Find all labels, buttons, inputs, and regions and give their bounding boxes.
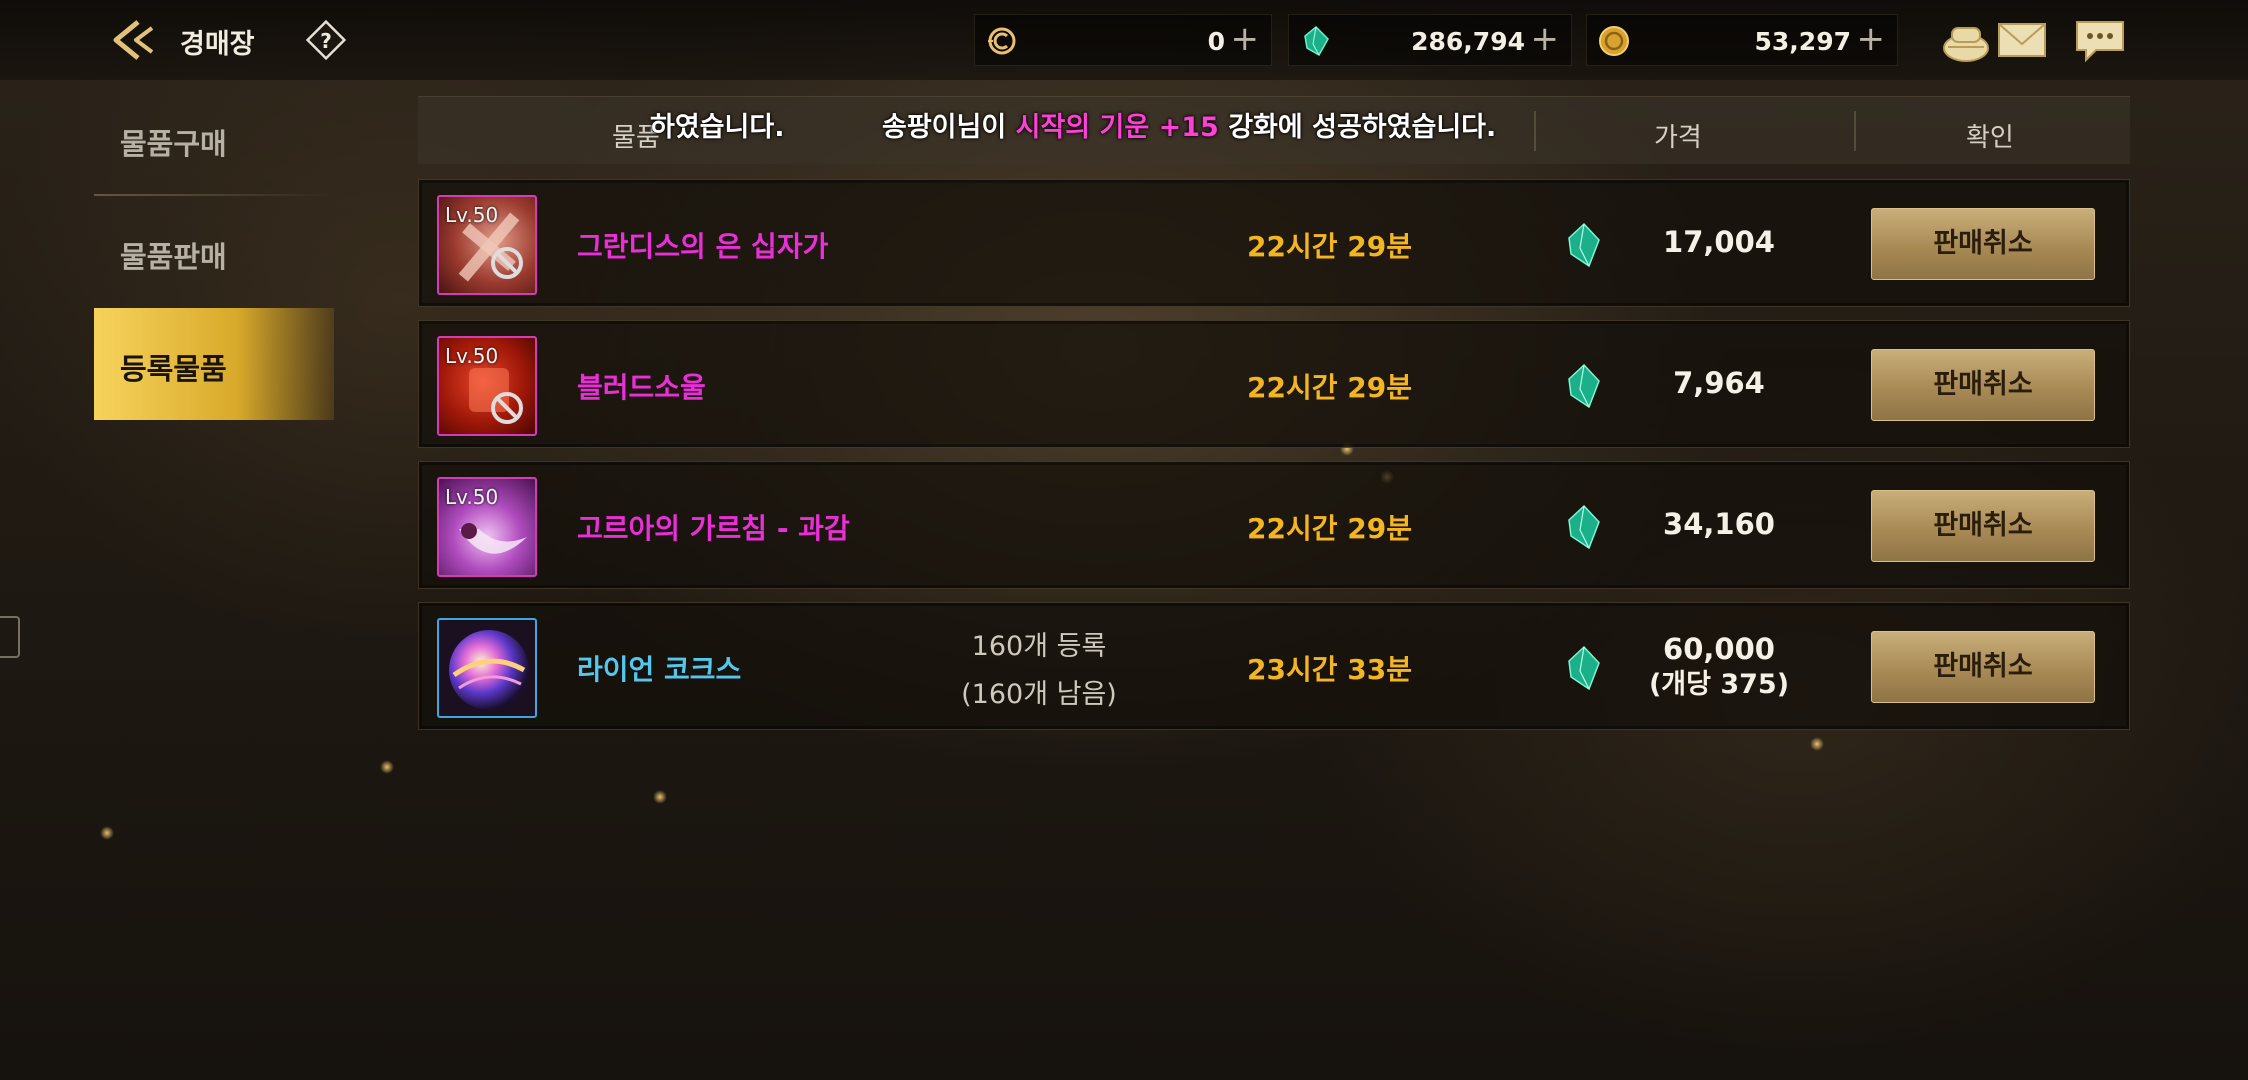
header-divider [1854, 111, 1856, 151]
cross-item-icon[interactable]: Lv.50 [437, 195, 537, 295]
cancel-sale-button[interactable]: 판매취소 [1871, 208, 2095, 280]
sparkle [100, 826, 114, 840]
orb-item-icon[interactable] [437, 618, 537, 718]
gem-icon [1568, 504, 1600, 550]
item-level: Lv.50 [445, 485, 499, 509]
mail-icon[interactable] [1994, 14, 2050, 66]
orb-icon [449, 630, 529, 710]
gold-icon [1599, 26, 1629, 56]
item-name[interactable]: 고르아의 가르침 - 과감 [577, 507, 850, 547]
header-divider [1534, 111, 1536, 151]
page-title: 경매장 [180, 29, 255, 60]
help-icon[interactable]: ? [305, 19, 347, 61]
coin-amount: 0 [1207, 27, 1225, 56]
sidebar-item-buy[interactable]: 물품구매 [94, 83, 334, 195]
total-price: 60,000 [1663, 632, 1775, 666]
gem-icon [1568, 363, 1600, 409]
add-gold-button[interactable]: + [1857, 22, 1886, 56]
notice-prefix: 송팡이님이 [882, 112, 1016, 143]
sidebar-item-registered[interactable]: 등록물품 [94, 308, 334, 420]
sidebar-item-sell[interactable]: 물품판매 [94, 196, 334, 308]
table-row: Lv.50 그란디스의 은 십자가 22시간 29분 17,004 판매취소 [418, 179, 2130, 307]
notice-highlight: 시작의 기운 +15 [1015, 112, 1219, 143]
back-arrow-icon[interactable] [108, 16, 158, 64]
currency-gold: 53,297 + [1586, 14, 1898, 66]
gold-amount: 53,297 [1754, 27, 1851, 56]
header-price: 가격 [1654, 123, 1702, 153]
cancel-sale-button[interactable]: 판매취소 [1871, 349, 2095, 421]
currency-gem: 286,794 + [1288, 14, 1572, 66]
item-name[interactable]: 블러드소울 [577, 366, 706, 406]
item-price: 7,964 [1673, 366, 1765, 400]
gem-amount: 286,794 [1411, 27, 1525, 56]
add-gem-button[interactable]: + [1531, 22, 1560, 56]
remaining-time: 23시간 33분 [1247, 653, 1412, 686]
item-level: Lv.50 [445, 344, 499, 368]
remaining-time: 22시간 29분 [1247, 512, 1412, 545]
system-notice: 송팡이님이 시작의 기운 +15 강화에 성공하였습니다. [882, 105, 1496, 144]
remaining-time: 22시간 29분 [1247, 230, 1412, 263]
sidebar-item-label: 등록물품 [120, 352, 227, 386]
teaching-item-icon[interactable]: Lv.50 [437, 477, 537, 577]
quantity-remaining: (160개 남음) [961, 679, 1117, 710]
cancel-sale-button[interactable]: 판매취소 [1871, 631, 2095, 703]
currency-coin: 0 + [974, 14, 1272, 66]
header-confirm: 확인 [1966, 123, 2014, 153]
system-notice-left: 하였습니다. [650, 105, 784, 144]
gem-icon [1568, 645, 1600, 691]
table-row: 라이언 코크스 160개 등록 (160개 남음) 23시간 33분 60,00… [418, 602, 2130, 730]
table-row: Lv.50 고르아의 가르침 - 과감 22시간 29분 34,160 판매취소 [418, 461, 2130, 589]
table-row: Lv.50 블러드소울 22시간 29분 7,964 판매취소 [418, 320, 2130, 448]
quantity-info: 160개 등록 (160개 남음) [919, 623, 1159, 719]
gem-icon [1568, 222, 1600, 268]
sidebar-item-label: 물품구매 [120, 127, 227, 161]
bag-icon[interactable] [1938, 14, 1994, 66]
notice-suffix: 강화에 성공하였습니다. [1218, 112, 1497, 143]
quantity-registered: 160개 등록 [971, 631, 1107, 662]
remaining-time: 22시간 29분 [1247, 371, 1412, 404]
item-name[interactable]: 라이언 코크스 [577, 648, 741, 688]
item-price: 34,160 [1663, 507, 1775, 541]
edge-tab[interactable] [0, 616, 20, 658]
sparkle [653, 790, 667, 804]
item-level: Lv.50 [445, 203, 499, 227]
item-price: 17,004 [1663, 225, 1775, 259]
top-bar: 경매장 ? 0 + 286,794 + 53,297 + [0, 0, 2248, 80]
notice-left-text: 하였습니다. [650, 112, 785, 143]
sparkle [1810, 737, 1824, 751]
sidebar-item-label: 물품판매 [120, 240, 227, 274]
sparkle [380, 760, 394, 774]
coin-c-icon [988, 27, 1016, 55]
add-coin-button[interactable]: + [1231, 22, 1260, 56]
cancel-sale-button[interactable]: 판매취소 [1871, 490, 2095, 562]
item-name[interactable]: 그란디스의 은 십자가 [577, 225, 828, 265]
bloodsoul-item-icon[interactable]: Lv.50 [437, 336, 537, 436]
unit-price: (개당 375) [1648, 669, 1790, 700]
svg-text:?: ? [320, 29, 332, 53]
chat-icon[interactable] [2072, 14, 2128, 66]
item-price: 60,000 (개당 375) [1619, 631, 1819, 703]
gem-icon [1304, 25, 1329, 57]
